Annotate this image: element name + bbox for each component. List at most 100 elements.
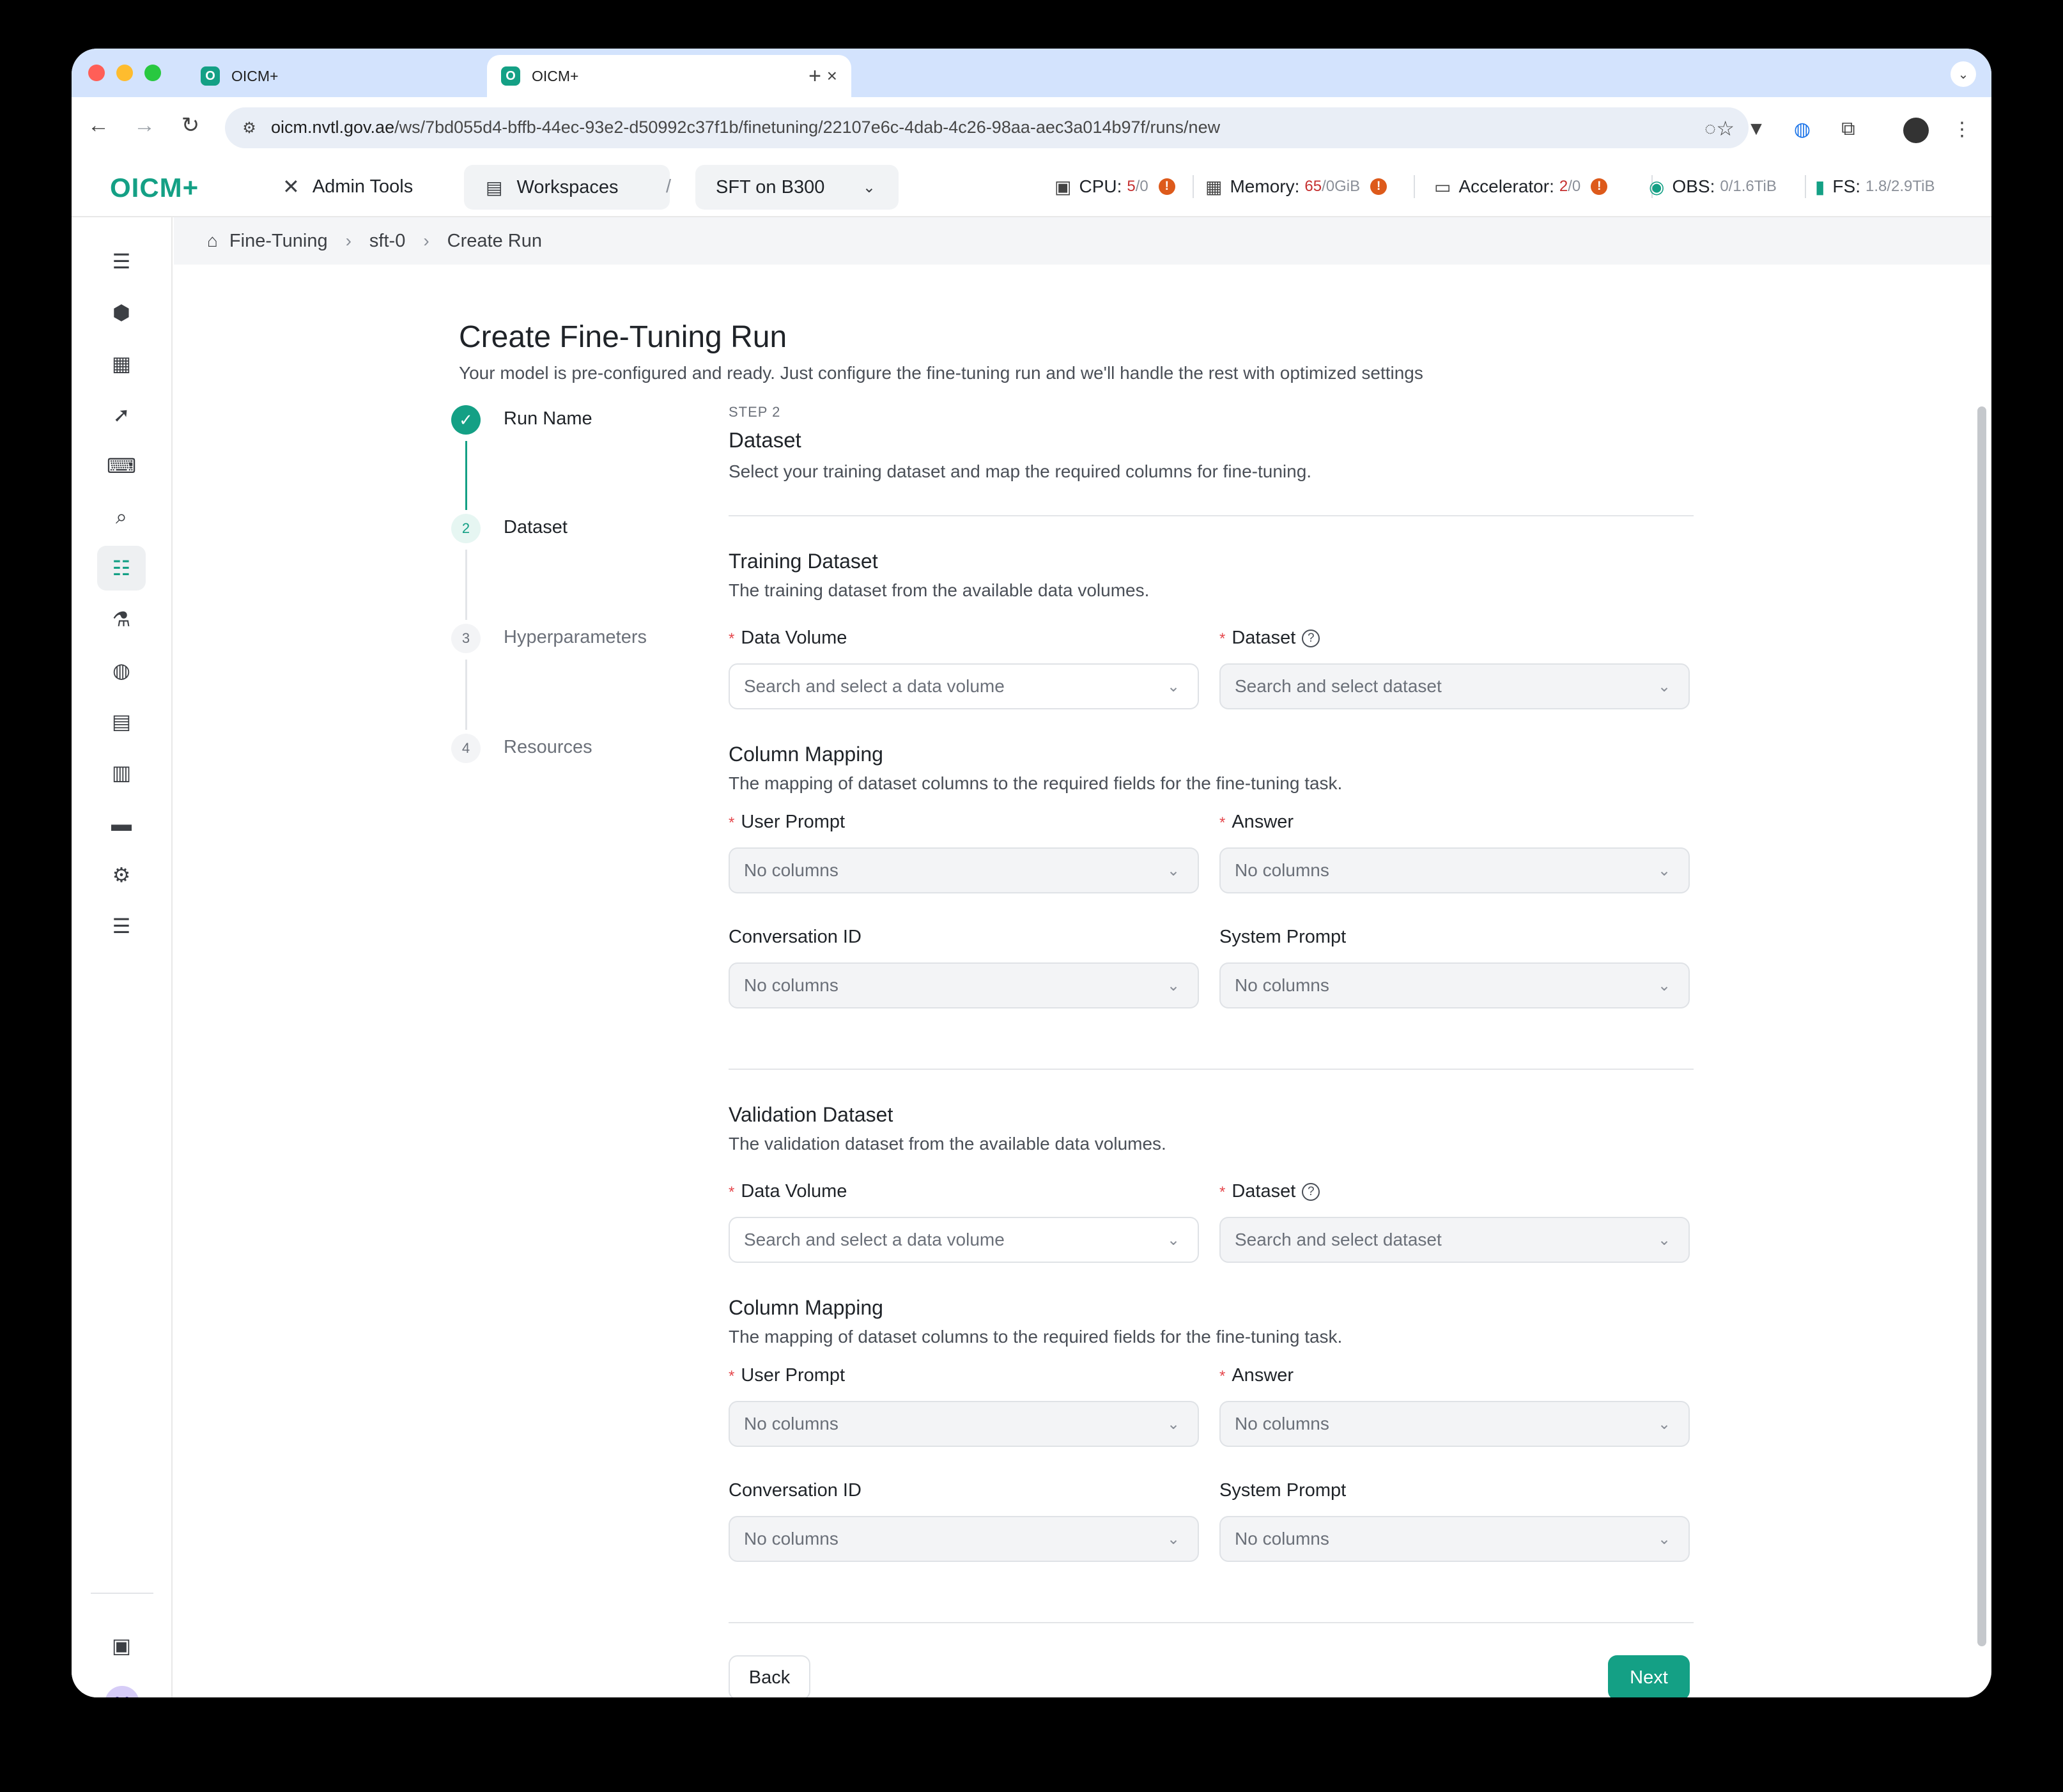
forward-arrow-icon[interactable]: → [132,111,157,139]
database-icon[interactable]: ◍ [97,648,146,693]
page-subtitle: Your model is pre-configured and ready. … [459,363,1423,383]
app-header: OICM+ ✕ Admin Tools ▤ Workspaces / SFT o… [72,156,1991,217]
storage-icon[interactable]: ▤ [97,699,146,744]
deploy-rocket-icon[interactable]: ➚ [97,392,146,437]
training-dataset-select[interactable]: Search and select dataset ⌄ [1219,663,1690,709]
warning-icon: ! [1158,178,1175,195]
tab-search-icon[interactable]: ⌄ [1951,61,1976,87]
back-button[interactable]: Back [729,1655,810,1697]
section-description: Select your training dataset and map the… [729,461,1312,481]
url-text[interactable]: oicm.nvtl.gov.ae/ws/7bd055d4-bffb-44ec-9… [271,118,1220,137]
validation-conversation-id-select[interactable]: No columns ⌄ [729,1516,1199,1562]
workspace-selector[interactable]: SFT on B300 ⌄ [695,165,899,210]
code-icon[interactable]: ⌨ [97,444,146,488]
docs-book-icon[interactable]: ▣ [97,1623,146,1668]
workspace-icon: ▤ [486,177,503,197]
help-question-icon[interactable]: ? [1302,1183,1320,1201]
close-window-button[interactable] [88,65,105,81]
new-tab-button[interactable]: + [799,55,831,97]
tab-title: OICM+ [231,67,279,84]
profile-avatar-icon[interactable] [1903,118,1929,143]
finetuning-sliders-icon[interactable]: ☷ [97,546,146,591]
step-4-label[interactable]: Resources [504,737,592,758]
browser-window: O OICM+ × O OICM+ × + ⌄ ← → ↻ ⚙ oicm.nvt… [72,49,1991,1697]
section-title: Dataset [729,428,801,452]
chevron-right-icon: › [345,231,352,251]
home-icon[interactable]: ⌂ [207,231,218,251]
extension-1-icon[interactable]: ◌ [1699,118,1722,141]
help-question-icon[interactable]: ? [1302,630,1320,648]
step-3-label[interactable]: Hyperparameters [504,627,647,648]
step-connector [465,441,467,510]
training-system-prompt-select[interactable]: No columns ⌄ [1219,962,1690,1008]
breadcrumb-finetuning[interactable]: Fine-Tuning [229,231,328,252]
step-4-number: 4 [451,734,481,763]
models-cube-icon[interactable]: ⬢ [97,290,146,335]
chevron-down-icon: ⌄ [1167,1416,1180,1433]
flask-icon[interactable]: ⚗ [97,597,146,642]
chevron-down-icon: ⌄ [1167,977,1180,994]
cpu-chip-icon: ▣ [1055,176,1072,197]
menu-toggle-icon[interactable]: ☰ [97,239,146,284]
training-answer-label: * Answer [1219,812,1294,832]
chevron-down-icon: ⌄ [1167,1232,1180,1249]
notebook-icon[interactable]: ▥ [97,750,146,795]
terminal-icon[interactable]: ▬ [97,801,146,846]
breadcrumb-create-run: Create Run [447,230,542,251]
validation-answer-select[interactable]: No columns ⌄ [1219,1401,1690,1447]
validation-data-volume-select[interactable]: Search and select a data volume ⌄ [729,1217,1199,1263]
extension-3-icon[interactable]: ◍ [1791,118,1814,141]
validation-data-volume-label: * Data Volume [729,1181,847,1201]
validation-dataset-select[interactable]: Search and select dataset ⌄ [1219,1217,1690,1263]
address-bar[interactable]: ⚙ oicm.nvtl.gov.ae/ws/7bd055d4-bffb-44ec… [225,107,1749,148]
settings-gear-icon[interactable]: ⚙ [97,853,146,897]
tools-icon: ✕ [282,175,300,198]
back-arrow-icon[interactable]: ← [86,111,111,139]
training-dataset-title: Training Dataset [729,550,878,573]
extension-2-icon[interactable]: ▼ [1745,118,1768,141]
oicm-favicon-icon: O [201,66,220,86]
oicm-logo[interactable]: OICM+ [110,173,199,203]
analytics-icon[interactable]: ⌕ [97,495,146,539]
browser-tab-2[interactable]: O OICM+ × [487,55,851,97]
chevron-down-icon: ⌄ [1658,1232,1671,1249]
next-button[interactable]: Next [1608,1655,1690,1697]
dashboard-icon[interactable]: ▦ [97,341,146,386]
step-1-check-icon: ✓ [451,405,481,435]
chevron-down-icon: ⌄ [1658,1531,1671,1548]
tab-strip: O OICM+ × O OICM+ × + ⌄ [72,49,1991,97]
chevron-down-icon: ⌄ [1658,678,1671,695]
breadcrumb-run[interactable]: sft-0 [369,231,405,252]
chevron-down-icon: ⌄ [1658,977,1671,994]
sidebar: ☰ ⬢ ▦ ➚ ⌨ ⌕ ☷ ⚗ ◍ ▤ ▥ ▬ ⚙ ☰ ▣ M [72,217,173,1697]
workspaces-button[interactable]: ▤ Workspaces [464,165,670,210]
training-data-volume-select[interactable]: Search and select a data volume ⌄ [729,663,1199,709]
reload-icon[interactable]: ↻ [178,111,203,139]
validation-user-prompt-select[interactable]: No columns ⌄ [729,1401,1199,1447]
minimize-window-button[interactable] [116,65,133,81]
divider [729,515,1694,516]
step-1-label[interactable]: Run Name [504,408,592,429]
step-connector [465,660,467,730]
step-2-label[interactable]: Dataset [504,517,568,538]
admin-tools-link[interactable]: ✕ Admin Tools [282,156,413,217]
divider [1805,175,1806,198]
memory-resource: ▦ Memory: 65/0GiB ! [1205,156,1387,217]
training-conversation-id-select[interactable]: No columns ⌄ [729,962,1199,1008]
validation-answer-label: * Answer [1219,1365,1294,1386]
user-avatar[interactable]: M [105,1686,139,1697]
training-column-mapping-description: The mapping of dataset columns to the re… [729,773,1343,793]
page-scrollbar[interactable] [1977,406,1986,1646]
validation-column-mapping-title: Column Mapping [729,1296,883,1319]
browser-menu-icon[interactable]: ⋮ [1951,118,1974,141]
training-answer-select[interactable]: No columns ⌄ [1219,847,1690,893]
validation-system-prompt-select[interactable]: No columns ⌄ [1219,1516,1690,1562]
warning-icon: ! [1370,178,1387,195]
site-settings-icon[interactable]: ⚙ [239,118,259,138]
maximize-window-button[interactable] [144,65,161,81]
training-user-prompt-select[interactable]: No columns ⌄ [729,847,1199,893]
divider [729,1069,1694,1070]
extensions-puzzle-icon[interactable]: ⧉ [1837,118,1860,141]
list-icon[interactable]: ☰ [97,904,146,948]
step-2-number: 2 [451,514,481,543]
